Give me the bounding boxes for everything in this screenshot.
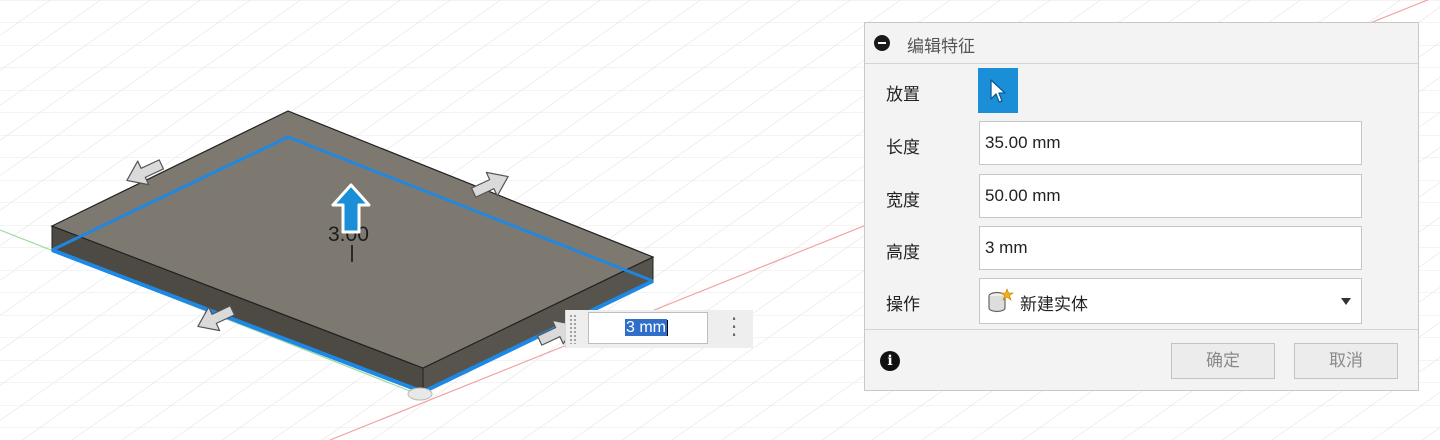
- edit-feature-dialog: 编辑特征 放置 长度 35.00 mm 宽度 50.00 mm 高度 3 mm …: [864, 22, 1419, 391]
- inline-dimension-box: 3 mm · · ·: [565, 309, 753, 348]
- text-caret: [667, 319, 668, 336]
- cursor-arrow-icon: [990, 79, 1006, 103]
- operation-select[interactable]: 新建实体: [979, 278, 1362, 324]
- width-label: 宽度: [886, 191, 920, 211]
- new-body-icon: [988, 288, 1014, 313]
- more-options-icon[interactable]: · · ·: [726, 309, 742, 345]
- dialog-header: 编辑特征: [865, 23, 1418, 64]
- length-input[interactable]: 35.00 mm: [979, 121, 1362, 165]
- ok-button[interactable]: 确定: [1171, 343, 1275, 379]
- placement-label: 放置: [886, 85, 920, 105]
- cancel-button[interactable]: 取消: [1294, 343, 1398, 379]
- height-label: 高度: [886, 243, 920, 263]
- info-icon[interactable]: i: [880, 351, 900, 371]
- origin-point: [407, 387, 433, 401]
- operation-value: 新建实体: [1020, 295, 1088, 315]
- width-input[interactable]: 50.00 mm: [979, 174, 1362, 218]
- operation-label: 操作: [886, 295, 920, 315]
- chevron-down-icon: [1341, 298, 1351, 305]
- length-label: 长度: [886, 138, 920, 158]
- collapse-icon[interactable]: [874, 35, 890, 51]
- inline-dimension-value: 3 mm: [625, 319, 667, 336]
- dialog-divider: [865, 329, 1418, 330]
- placement-select-button[interactable]: [978, 68, 1018, 113]
- height-input[interactable]: 3 mm: [979, 226, 1362, 270]
- dialog-title: 编辑特征: [907, 37, 975, 57]
- inline-dimension-input[interactable]: 3 mm: [588, 312, 708, 344]
- drag-grip-icon[interactable]: [569, 314, 577, 344]
